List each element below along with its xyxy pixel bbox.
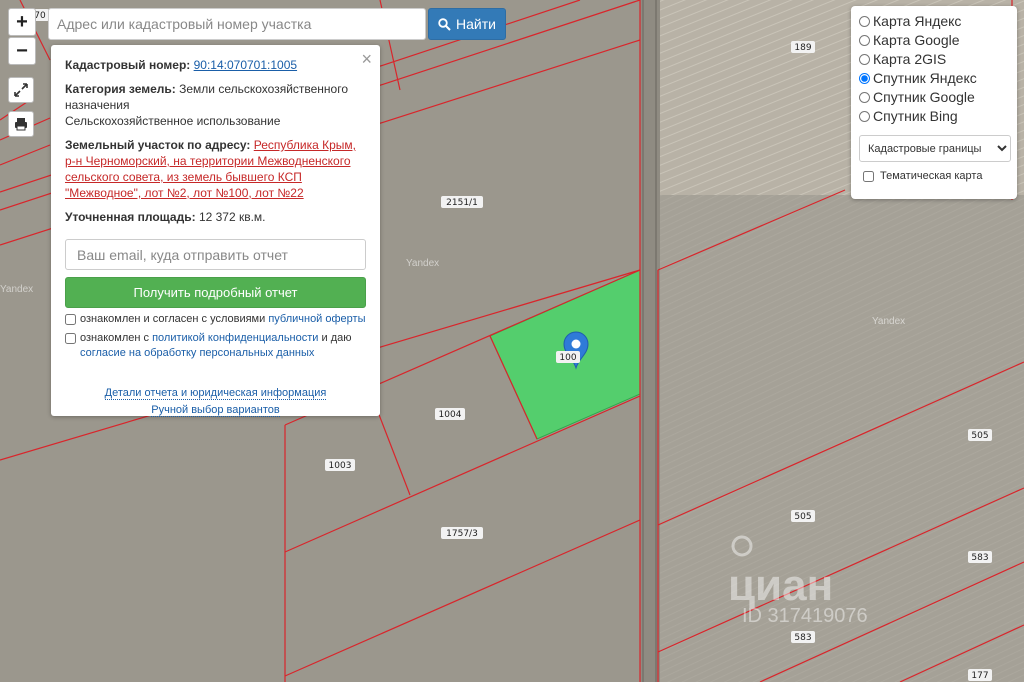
layer-option[interactable]: Спутник Google xyxy=(859,88,1009,107)
report-details-link[interactable]: Детали отчета и юридическая информация xyxy=(104,387,327,400)
layer-option[interactable]: Спутник Bing xyxy=(859,107,1009,126)
parcel-number-text: 583 xyxy=(794,633,811,643)
parcel-number-text: 2151/1 xyxy=(446,198,478,208)
parcel-number-text: 189 xyxy=(794,43,811,53)
thematic-map-row[interactable]: Тематическая карта xyxy=(859,170,1009,182)
get-report-button[interactable]: Получить подробный отчет xyxy=(65,277,366,308)
parcel-number-text: 505 xyxy=(971,431,988,441)
parcel-number-label: 1004 xyxy=(435,408,465,420)
privacy-consent-row[interactable]: ознакомлен с политикой конфиденциальност… xyxy=(65,331,366,361)
layer-option[interactable]: Карта Google xyxy=(859,31,1009,50)
cadastral-number-row: Кадастровый номер: 90:14:070701:1005 xyxy=(65,57,366,73)
parcel-number-text: 100 xyxy=(559,353,576,363)
layer-option-label: Карта Яндекс xyxy=(873,13,962,29)
layer-radio[interactable] xyxy=(859,73,870,84)
yandex-watermark: Yandex xyxy=(0,284,33,295)
layer-switcher: Карта Яндекс Карта Google Карта 2GIS Спутни… xyxy=(851,6,1017,199)
thematic-map-checkbox[interactable] xyxy=(863,170,874,182)
layer-option-label: Спутник Bing xyxy=(873,108,958,124)
offer-consent-row[interactable]: ознакомлен и согласен с условиями публич… xyxy=(65,312,366,327)
area-value: 12 372 кв.м. xyxy=(198,210,266,224)
parcel-number-label: 583 xyxy=(968,551,992,563)
privacy-policy-link[interactable]: политикой конфиденциальности xyxy=(152,332,318,344)
parcel-number-text: 1003 xyxy=(329,461,352,471)
land-use-value: Сельскохозяйственное использование xyxy=(65,114,281,128)
parcel-number-text: 70 xyxy=(34,11,46,21)
yandex-watermark: Yandex xyxy=(872,316,905,327)
search-button[interactable]: Найти xyxy=(428,8,506,40)
parcel-number-label: 177 xyxy=(968,669,992,681)
layer-radio[interactable] xyxy=(859,92,870,103)
layer-option-label: Спутник Яндекс xyxy=(873,70,977,86)
layer-option[interactable]: Спутник Яндекс xyxy=(859,69,1009,88)
parcel-number-text: 583 xyxy=(971,553,988,563)
parcel-number-label: 1003 xyxy=(325,459,355,471)
parcel-number-label: 1757/3 xyxy=(441,527,483,539)
layer-option-label: Спутник Google xyxy=(873,89,975,105)
manual-selection-link[interactable]: Ручной выбор вариантов xyxy=(151,404,280,417)
boundary-select[interactable]: Кадастровые границы xyxy=(859,135,1011,162)
privacy-consent-text: ознакомлен с xyxy=(80,332,153,344)
parcel-number-label: 505 xyxy=(968,429,992,441)
area-row: Уточненная площадь: 12 372 кв.м. xyxy=(65,209,366,225)
layer-option[interactable]: Карта 2GIS xyxy=(859,50,1009,69)
search-input[interactable] xyxy=(48,8,426,40)
cadastral-number-link[interactable]: 90:14:070701:1005 xyxy=(194,58,297,72)
land-category-label: Категория земель: xyxy=(65,82,176,96)
privacy-consent-checkbox[interactable] xyxy=(65,333,76,344)
layer-option[interactable]: Карта Яндекс xyxy=(859,12,1009,31)
printer-icon xyxy=(15,118,27,131)
parcel-number-label: 583 xyxy=(791,631,815,643)
layer-radio[interactable] xyxy=(859,35,870,46)
panel-footer-links: Детали отчета и юридическая информация Р… xyxy=(65,385,366,418)
yandex-watermark: Yandex xyxy=(406,258,439,269)
layer-radio[interactable] xyxy=(859,16,870,27)
fullscreen-button[interactable] xyxy=(8,77,34,103)
offer-consent-text: ознакомлен и согласен с условиями xyxy=(80,313,269,325)
expand-icon xyxy=(14,83,28,97)
address-row: Земельный участок по адресу: Республика … xyxy=(65,137,366,201)
svg-text:циан: циан xyxy=(728,561,833,610)
parcel-number-text: 505 xyxy=(794,512,811,522)
zoom-in-button[interactable]: + xyxy=(8,8,36,36)
area-label: Уточненная площадь: xyxy=(65,210,196,224)
zoom-out-button[interactable]: − xyxy=(8,37,36,65)
layer-radio[interactable] xyxy=(859,111,870,122)
parcel-number-text: 1004 xyxy=(439,410,462,420)
parcel-number-text: 1757/3 xyxy=(446,529,478,539)
parcel-number-label: 100 xyxy=(556,351,580,363)
parcel-info-panel: × Кадастровый номер: 90:14:070701:1005 К… xyxy=(51,45,380,418)
email-field[interactable] xyxy=(65,239,366,270)
land-category-row: Категория земель: Земли сельскохозяйстве… xyxy=(65,81,366,129)
public-offer-link[interactable]: публичной оферты xyxy=(268,313,365,325)
address-label: Земельный участок по адресу: xyxy=(65,138,251,152)
parcel-number-text: 177 xyxy=(971,671,988,681)
privacy-consent-text2: и даю xyxy=(318,332,352,344)
layer-option-label: Карта Google xyxy=(873,32,960,48)
print-button[interactable] xyxy=(8,111,34,137)
layer-option-label: Карта 2GIS xyxy=(873,51,947,67)
search-button-label: Найти xyxy=(456,16,496,32)
layer-radio[interactable] xyxy=(859,54,870,65)
search-icon xyxy=(438,17,451,31)
parcel-number-label: 505 xyxy=(791,510,815,522)
thematic-map-label: Тематическая карта xyxy=(880,170,983,182)
offer-consent-checkbox[interactable] xyxy=(65,314,76,325)
svg-text:ID 317419076: ID 317419076 xyxy=(742,605,868,627)
cadastral-number-label: Кадастровый номер: xyxy=(65,58,191,72)
close-icon[interactable]: × xyxy=(361,49,372,70)
parcel-number-label: 2151/1 xyxy=(441,196,483,208)
personal-data-consent-link[interactable]: согласие на обработку персональных данны… xyxy=(80,347,314,359)
parcel-number-label: 189 xyxy=(791,41,815,53)
